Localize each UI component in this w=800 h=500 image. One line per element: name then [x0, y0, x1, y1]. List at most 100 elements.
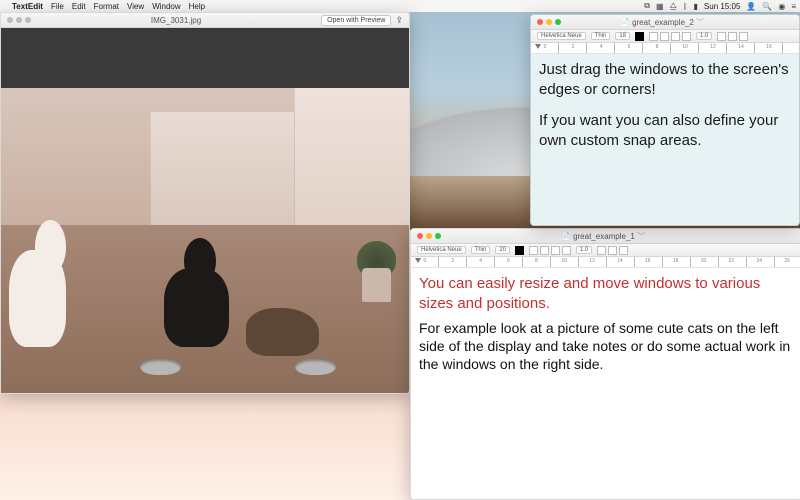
traffic-lights[interactable] [417, 233, 441, 239]
font-family-select[interactable]: Helvetica Neue [417, 246, 466, 254]
textedit2-title: great_example_2 [632, 18, 694, 27]
quicklook-titlebar[interactable]: IMG_3031.jpg Open with Preview ⇪ [1, 13, 409, 28]
app-menu[interactable]: TextEdit [12, 2, 43, 11]
textedit1-body[interactable]: You can easily resize and move windows t… [411, 268, 800, 499]
ruler-tick-label: 16 [634, 258, 662, 264]
font-family-select[interactable]: Helvetica Neue [537, 32, 586, 40]
user-icon[interactable]: 👤 [746, 2, 756, 11]
font-style-select[interactable]: Thin [591, 32, 611, 40]
ruler-tick-label: 4 [587, 44, 615, 50]
list-group[interactable] [597, 246, 628, 255]
minimize-button[interactable] [546, 19, 552, 25]
textedit-window-2[interactable]: 📄 great_example_2 ﹀ Helvetica Neue Thin … [530, 14, 800, 226]
font-size-select[interactable]: 20 [495, 246, 510, 254]
textedit2-ruler[interactable]: 0 2 4 6 8 10 12 14 16 [531, 43, 799, 54]
traffic-lights[interactable] [7, 17, 31, 23]
list-group[interactable] [717, 32, 748, 41]
menu-help[interactable]: Help [189, 2, 205, 11]
menu-view[interactable]: View [127, 2, 144, 11]
quicklook-window[interactable]: IMG_3031.jpg Open with Preview ⇪ [0, 12, 410, 394]
quicklook-image [1, 88, 409, 393]
dropbox-icon[interactable]: ⧉ [644, 1, 650, 11]
menu-file[interactable]: File [51, 2, 64, 11]
zoom-button[interactable] [435, 233, 441, 239]
menu-format[interactable]: Format [94, 2, 119, 11]
spacing-select[interactable]: 1.0 [576, 246, 592, 254]
close-button[interactable] [417, 233, 423, 239]
align-center-icon[interactable] [540, 246, 549, 255]
notification-center-icon[interactable]: ≡ [791, 2, 796, 11]
list-indent-left-icon[interactable] [717, 32, 726, 41]
textedit2-toolbar[interactable]: Helvetica Neue Thin 18 1.0 [531, 30, 799, 43]
ruler-tick-label: 12 [578, 258, 606, 264]
list-indent-right-icon[interactable] [619, 246, 628, 255]
font-size-select[interactable]: 18 [615, 32, 630, 40]
cat-tabby [246, 308, 319, 357]
ruler-tick-label: 0 [411, 258, 439, 264]
cat-white [9, 250, 66, 348]
align-right-icon[interactable] [671, 32, 680, 41]
menu-window[interactable]: Window [152, 2, 180, 11]
food-bowl [140, 359, 181, 374]
font-style-select[interactable]: Thin [471, 246, 491, 254]
textedit2-paragraph: Just drag the windows to the screen's ed… [539, 60, 791, 99]
ruler-tick-label: 22 [717, 258, 745, 264]
ruler-tick-label: 10 [550, 258, 578, 264]
ruler-tick-label: 16 [755, 44, 783, 50]
align-group[interactable] [649, 32, 691, 41]
ruler-tick-label: 10 [671, 44, 699, 50]
textedit-window-1[interactable]: 📄 great_example_1 ﹀ Helvetica Neue Thin … [410, 228, 800, 500]
list-style-icon[interactable] [728, 32, 737, 41]
menubar-clock[interactable]: Sun 15:05 [704, 2, 740, 11]
ruler-tick-label: 0 [531, 44, 559, 50]
align-right-icon[interactable] [551, 246, 560, 255]
ruler-tick-label: 2 [559, 44, 587, 50]
ruler-tick-label: 20 [690, 258, 718, 264]
textedit1-titlebar[interactable]: 📄 great_example_1 ﹀ [411, 229, 800, 244]
tiles-icon[interactable]: ▦ [656, 2, 664, 11]
siri-icon[interactable]: ◉ [778, 2, 785, 11]
align-justify-icon[interactable] [562, 246, 571, 255]
chevron-down-icon[interactable]: ﹀ [637, 232, 645, 241]
ruler-tick-label: 12 [699, 44, 727, 50]
list-indent-right-icon[interactable] [739, 32, 748, 41]
minimize-button[interactable] [16, 17, 22, 23]
share-icon[interactable]: ⇪ [395, 15, 403, 26]
textedit1-ruler[interactable]: 0 2 4 6 8 10 12 14 16 18 20 22 24 26 [411, 257, 800, 268]
align-left-icon[interactable] [649, 32, 658, 41]
textedit2-body[interactable]: Just drag the windows to the screen's ed… [531, 54, 799, 225]
spotlight-icon[interactable]: 🔍 [762, 2, 772, 11]
textedit1-paragraph-red: You can easily resize and move windows t… [419, 274, 793, 313]
close-button[interactable] [7, 17, 13, 23]
text-color-swatch[interactable] [635, 32, 644, 41]
close-button[interactable] [537, 19, 543, 25]
zoom-button[interactable] [25, 17, 31, 23]
wifi-icon[interactable]: ⧋ [670, 1, 677, 11]
align-group[interactable] [529, 246, 571, 255]
textedit1-toolbar[interactable]: Helvetica Neue Thin 20 1.0 [411, 244, 800, 257]
list-style-icon[interactable] [608, 246, 617, 255]
chevron-down-icon[interactable]: ﹀ [696, 18, 704, 27]
plant-illustration [352, 241, 401, 302]
list-indent-left-icon[interactable] [597, 246, 606, 255]
textedit2-paragraph: If you want you can also define your own… [539, 111, 791, 150]
ruler-tick-label: 18 [662, 258, 690, 264]
traffic-lights[interactable] [537, 19, 561, 25]
minimize-button[interactable] [426, 233, 432, 239]
text-color-swatch[interactable] [515, 246, 524, 255]
spacing-select[interactable]: 1.0 [696, 32, 712, 40]
ruler-tick-label: 6 [495, 258, 523, 264]
ruler-tick-label: 26 [773, 258, 800, 264]
textedit1-title: great_example_1 [573, 232, 635, 241]
align-center-icon[interactable] [660, 32, 669, 41]
open-with-preview-button[interactable]: Open with Preview [321, 15, 391, 26]
battery-icon[interactable]: ▮ [694, 2, 698, 11]
bluetooth-icon[interactable]: ᛒ [683, 2, 688, 11]
zoom-button[interactable] [555, 19, 561, 25]
document-icon: 📄 [620, 18, 630, 27]
align-justify-icon[interactable] [682, 32, 691, 41]
textedit2-titlebar[interactable]: 📄 great_example_2 ﹀ [531, 15, 799, 30]
align-left-icon[interactable] [529, 246, 538, 255]
menu-edit[interactable]: Edit [72, 2, 86, 11]
ruler-tick-label: 2 [439, 258, 467, 264]
